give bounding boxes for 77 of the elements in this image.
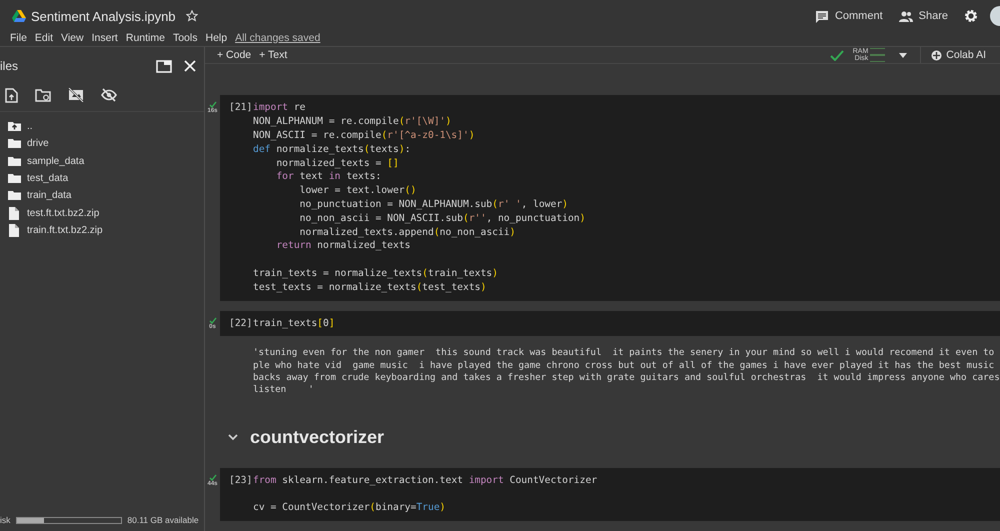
folder-up-icon [8, 120, 21, 134]
file-tree-entry[interactable]: train_data [0, 187, 204, 204]
code-line: return normalized_texts [275, 239, 412, 254]
file-tree-entry[interactable]: test_data [0, 170, 204, 188]
dropdown-caret-icon[interactable] [899, 52, 908, 58]
colab-ai-button[interactable]: Colab AI [931, 49, 986, 62]
ram-meter [870, 48, 886, 56]
menu-item[interactable]: Tools [172, 32, 198, 44]
code-line: lower = text.lower() [298, 184, 418, 198]
menu-item[interactable]: Help [205, 32, 228, 44]
file-icon [8, 224, 21, 237]
code-line: for text in texts: [275, 170, 382, 184]
menu-item[interactable]: Edit [34, 32, 54, 44]
folder-icon [8, 154, 21, 168]
settings-icon[interactable] [964, 9, 978, 23]
code-line: import re [253, 101, 306, 116]
code-line: NON_ASCII = re.compile(r'[^a-z0-1\s]') [253, 129, 476, 143]
code-line: no_non_ascii = NON_ASCII.sub(r'', no_punctuation) [298, 212, 586, 226]
folder-icon [8, 137, 21, 150]
upload-file-icon[interactable] [5, 88, 18, 102]
header-button[interactable]: Share [898, 10, 948, 22]
check-icon [208, 474, 216, 481]
output-line: listen ' [253, 384, 315, 397]
star-icon[interactable] [186, 10, 198, 22]
menu-item[interactable]: Insert [92, 32, 118, 44]
folder-icon [8, 172, 21, 186]
drive-off-icon[interactable] [68, 88, 84, 102]
add-cell-button[interactable]: + Code [213, 49, 256, 62]
eye-off-icon[interactable] [101, 88, 117, 102]
execution-count: [21] [229, 101, 253, 116]
execution-count: [22] [229, 316, 253, 330]
file-tree-entry[interactable]: .. [0, 118, 204, 136]
disk-meter [870, 55, 886, 62]
folder-refresh-icon[interactable] [35, 88, 51, 102]
code-line: train_texts[0] [253, 316, 335, 330]
code-editor[interactable]: [23]from sklearn.feature_extraction.text import CountVectorizer cv = CountVectorizer(binary=True) [220, 468, 1000, 521]
save-status-link[interactable]: All changes saved [235, 32, 320, 44]
code-line: NON_ALPHANUM = re.compile(r'[\W]') [253, 115, 452, 130]
close-icon[interactable] [184, 60, 196, 72]
section-heading: countvectorizer [250, 426, 384, 448]
disk-label: isk [0, 515, 10, 525]
code-line: def normalize_texts(texts): [253, 142, 412, 157]
drive-logo-icon [12, 10, 26, 22]
chevron-icon[interactable] [228, 434, 238, 441]
file-tree-entry[interactable]: train.ft.txt.bz2.zip [0, 222, 204, 240]
code-line: from sklearn.feature_extraction.text import CountVectorizer [253, 474, 598, 488]
output-line: ple who hate vid game music i have played the game chrono cross but out of all of the games i have ever played it has the best music [253, 360, 996, 372]
execution-count: [23] [229, 474, 253, 488]
comment-icon [814, 10, 829, 22]
code-editor[interactable] [220, 95, 1000, 301]
document-title[interactable]: Sentiment Analysis.ipynb [31, 8, 176, 24]
file-tree-entry[interactable]: sample_data [0, 152, 204, 170]
code-line: test_texts = normalize_texts(test_texts) [253, 280, 488, 295]
output-line: backs away from crude keyboarding and takes a fresher step with grate guitars and soulful orchestras it would impress anyone who cares [253, 372, 1000, 384]
code-editor[interactable]: [22]train_texts[0] [220, 310, 1000, 336]
avatar[interactable] [990, 6, 1000, 26]
menu-item[interactable]: File [10, 32, 27, 44]
file-icon [8, 206, 21, 220]
panel-title: iles [0, 59, 18, 73]
file-tree-entry[interactable]: drive [0, 135, 204, 153]
code-line: train_texts = normalize_texts(train_texts) [253, 267, 499, 281]
people-icon [898, 10, 913, 22]
code-line: no_punctuation = NON_ALPHANUM.sub(r' ', lower) [298, 198, 569, 212]
menu-item[interactable]: Runtime [126, 32, 165, 44]
code-line: normalized_texts.append(no_non_ascii) [298, 226, 516, 240]
header-button[interactable]: Comment [814, 10, 883, 22]
code-line: normalized_texts = [] [275, 156, 400, 170]
code-line: cv = CountVectorizer(binary=True) [253, 501, 447, 515]
output-line: 'stuning even for the non gamer this sound track was beautiful it paints the senery in your mind so well i would recomend it even to [253, 347, 996, 360]
disk-available-text: 80.11 GB available [127, 515, 199, 525]
file-tree-entry[interactable]: test.ft.txt.bz2.zip [0, 204, 204, 222]
check-icon [208, 316, 216, 324]
folder-icon [8, 189, 21, 202]
menu-item[interactable]: View [61, 32, 84, 44]
add-cell-button[interactable]: + Text [255, 49, 292, 62]
check-icon [208, 101, 216, 108]
window-icon[interactable] [156, 60, 172, 72]
